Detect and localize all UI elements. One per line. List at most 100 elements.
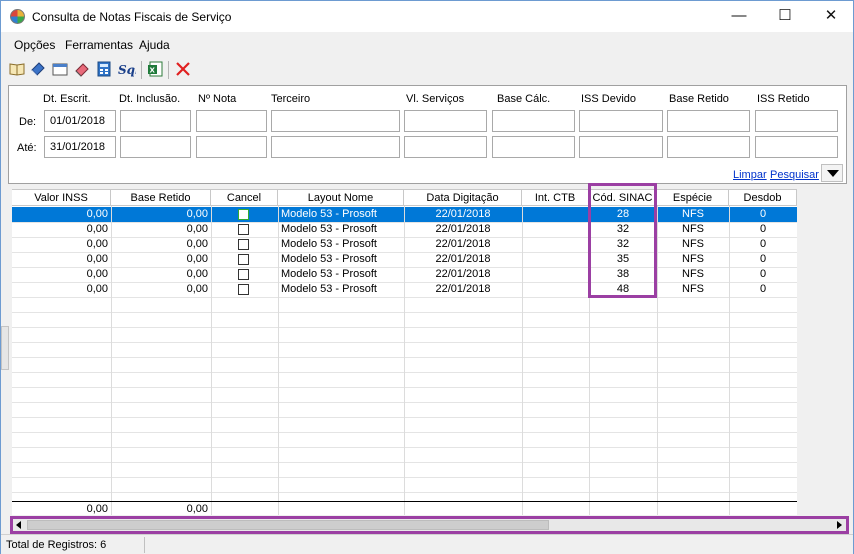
grid-column-line bbox=[657, 206, 658, 515]
cell-data-digitacao: 22/01/2018 bbox=[435, 238, 491, 250]
vl-servicos-from-input[interactable] bbox=[404, 110, 487, 132]
splitter-handle[interactable] bbox=[1, 326, 9, 370]
base-retido-to-input[interactable] bbox=[667, 136, 750, 158]
open-book-icon[interactable] bbox=[9, 61, 25, 77]
header-valor-inss[interactable]: Valor INSS bbox=[12, 190, 111, 206]
main-window: Consulta de Notas Fiscais de Serviço — ☐… bbox=[0, 0, 854, 554]
maximize-button[interactable]: ☐ bbox=[762, 1, 808, 32]
window-icon[interactable] bbox=[52, 61, 68, 77]
cell-int-ctb bbox=[522, 207, 589, 222]
iss-devido-to-input[interactable] bbox=[579, 136, 663, 158]
cell-especie: NFS bbox=[682, 223, 704, 235]
cell-int-ctb bbox=[522, 282, 589, 297]
svg-text:Sql: Sql bbox=[118, 63, 136, 77]
label-terceiro: Terceiro bbox=[271, 93, 311, 105]
cell-data-digitacao: 22/01/2018 bbox=[435, 208, 491, 220]
iss-retido-to-input[interactable] bbox=[755, 136, 838, 158]
header-base-retido[interactable]: Base Retido bbox=[111, 190, 211, 206]
grid-column-line bbox=[278, 206, 279, 515]
menu-opcoes[interactable]: Opções bbox=[14, 38, 55, 52]
iss-retido-from-input[interactable] bbox=[755, 110, 838, 132]
label-dt-escrit: Dt. Escrit. bbox=[43, 93, 91, 105]
base-calc-from-input[interactable] bbox=[492, 110, 575, 132]
toolbar: Sql X bbox=[1, 57, 853, 83]
total-valor-inss: 0,00 bbox=[86, 503, 108, 515]
terceiro-to-input[interactable] bbox=[271, 136, 400, 158]
script-icon[interactable]: Sql bbox=[118, 61, 136, 77]
cell-base-retido: 0,00 bbox=[186, 238, 208, 250]
cancel-checkbox[interactable] bbox=[238, 224, 249, 235]
menu-ajuda[interactable]: Ajuda bbox=[139, 38, 170, 52]
cell-layout-nome: Modelo 53 - Prosoft bbox=[281, 223, 377, 235]
app-icon bbox=[10, 9, 25, 24]
terceiro-from-input[interactable] bbox=[271, 110, 400, 132]
cell-valor-inss: 0,00 bbox=[86, 223, 108, 235]
header-layout-nome[interactable]: Layout Nome bbox=[278, 190, 404, 206]
menu-ferramentas[interactable]: Ferramentas bbox=[65, 38, 133, 52]
cell-layout-nome: Modelo 53 - Prosoft bbox=[281, 253, 377, 265]
label-ate: Até: bbox=[17, 142, 37, 154]
label-vl-servicos: Vl. Serviços bbox=[406, 93, 465, 105]
base-retido-from-input[interactable] bbox=[667, 110, 750, 132]
pesquisar-link[interactable]: Pesquisar bbox=[770, 169, 819, 181]
base-calc-to-input[interactable] bbox=[492, 136, 575, 158]
nota-to-input[interactable] bbox=[196, 136, 267, 158]
cell-valor-inss: 0,00 bbox=[86, 283, 108, 295]
cell-valor-inss: 0,00 bbox=[86, 208, 108, 220]
cancel-checkbox[interactable] bbox=[238, 209, 249, 220]
label-base-calc: Base Cálc. bbox=[497, 93, 551, 105]
header-data-digitacao[interactable]: Data Digitação bbox=[404, 190, 522, 206]
results-grid: Valor INSS Base Retido Cancel Layout Nom… bbox=[12, 189, 797, 515]
cell-desdob: 0 bbox=[759, 238, 767, 250]
label-de: De: bbox=[19, 116, 37, 128]
cell-base-retido: 0,00 bbox=[186, 268, 208, 280]
status-separator bbox=[144, 537, 145, 553]
eraser-icon[interactable] bbox=[74, 61, 90, 77]
header-especie[interactable]: Espécie bbox=[657, 190, 729, 206]
calculator-icon[interactable] bbox=[96, 61, 112, 77]
filter-panel: Dt. Escrit. Dt. Inclusão. Nº Nota Tercei… bbox=[8, 85, 847, 184]
dt-escrit-from-input[interactable]: 01/01/2018 bbox=[44, 110, 116, 132]
label-nota: Nº Nota bbox=[198, 93, 237, 105]
menu-bar: Opções Ferramentas Ajuda bbox=[1, 32, 853, 56]
cell-base-retido: 0,00 bbox=[186, 253, 208, 265]
excel-export-icon[interactable]: X bbox=[147, 61, 163, 77]
nota-from-input[interactable] bbox=[196, 110, 267, 132]
cell-base-retido: 0,00 bbox=[186, 208, 208, 220]
cell-desdob: 0 bbox=[759, 253, 767, 265]
cell-desdob: 0 bbox=[759, 283, 767, 295]
cancel-checkbox[interactable] bbox=[238, 269, 249, 280]
dt-inclusao-to-input[interactable] bbox=[120, 136, 191, 158]
cell-especie: NFS bbox=[682, 208, 704, 220]
label-iss-retido: ISS Retido bbox=[757, 93, 810, 105]
cell-int-ctb bbox=[522, 267, 589, 282]
label-iss-devido: ISS Devido bbox=[581, 93, 637, 105]
cell-layout-nome: Modelo 53 - Prosoft bbox=[281, 238, 377, 250]
iss-devido-from-input[interactable] bbox=[579, 110, 663, 132]
total-base-retido: 0,00 bbox=[186, 503, 208, 515]
limpar-link[interactable]: Limpar bbox=[733, 169, 767, 181]
toolbar-separator bbox=[141, 61, 142, 79]
cell-base-retido: 0,00 bbox=[186, 283, 208, 295]
dt-inclusao-from-input[interactable] bbox=[120, 110, 191, 132]
book-icon[interactable] bbox=[30, 61, 46, 77]
dt-escrit-to-input[interactable]: 31/01/2018 bbox=[44, 136, 116, 158]
cell-int-ctb bbox=[522, 237, 589, 252]
vl-servicos-to-input[interactable] bbox=[404, 136, 487, 158]
chevron-down-icon[interactable] bbox=[821, 164, 843, 182]
header-desdob[interactable]: Desdob bbox=[729, 190, 797, 206]
cell-valor-inss: 0,00 bbox=[86, 238, 108, 250]
minimize-button[interactable]: — bbox=[716, 1, 762, 32]
close-button[interactable]: ✕ bbox=[808, 1, 854, 32]
delete-icon[interactable] bbox=[175, 61, 191, 77]
sinac-column-highlight bbox=[588, 183, 657, 298]
cancel-checkbox[interactable] bbox=[238, 239, 249, 250]
cell-layout-nome: Modelo 53 - Prosoft bbox=[281, 283, 377, 295]
grid-column-line bbox=[111, 206, 112, 515]
grid-column-line bbox=[211, 206, 212, 515]
cancel-checkbox[interactable] bbox=[238, 284, 249, 295]
grid-column-line bbox=[729, 206, 730, 515]
header-cancel[interactable]: Cancel bbox=[211, 190, 278, 206]
header-int-ctb[interactable]: Int. CTB bbox=[522, 190, 589, 206]
cancel-checkbox[interactable] bbox=[238, 254, 249, 265]
